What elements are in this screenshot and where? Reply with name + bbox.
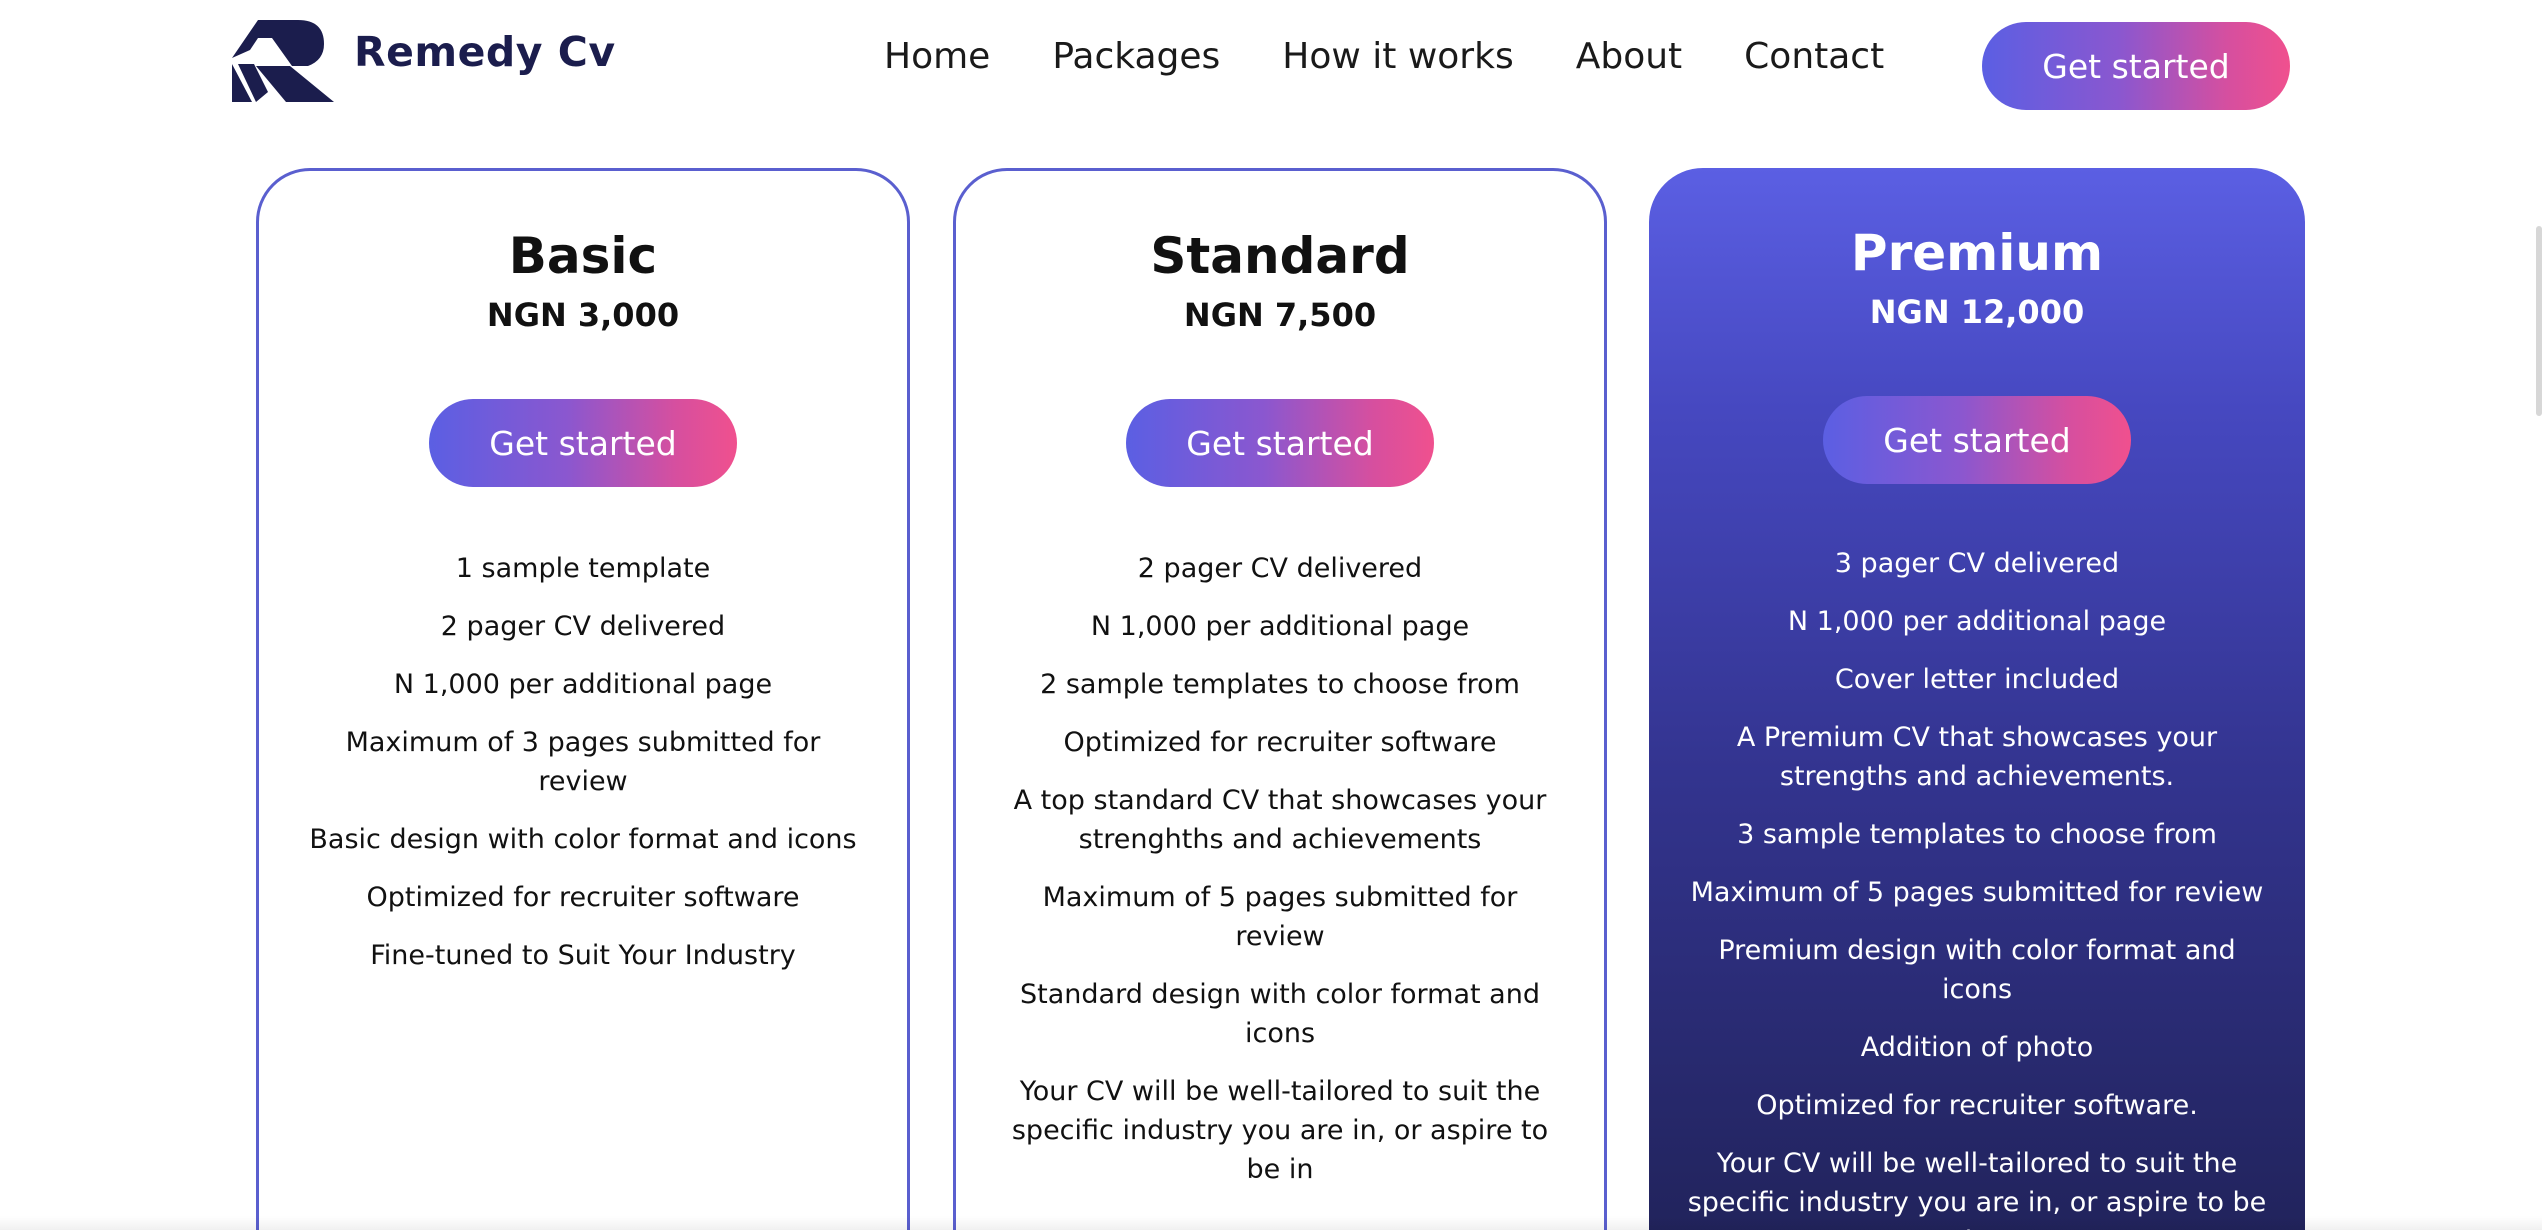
feature-item: 3 sample templates to choose from	[1737, 819, 2217, 850]
brand-name: Remedy Cv	[354, 28, 616, 76]
plan-title: Standard	[1150, 227, 1410, 285]
plan-card-premium: Premium NGN 12,000 Get started 3 pager C…	[1649, 168, 2305, 1230]
nav-about[interactable]: About	[1576, 36, 1682, 77]
feature-item: 2 sample templates to choose from	[1040, 669, 1520, 700]
feature-item: Fine-tuned to Suit Your Industry	[370, 940, 796, 971]
header-get-started-button[interactable]: Get started	[1982, 22, 2290, 110]
feature-item: Your CV will be well-tailored to suit th…	[1687, 1148, 2267, 1230]
nav-packages[interactable]: Packages	[1052, 36, 1220, 77]
feature-item: 2 pager CV delivered	[440, 611, 726, 642]
feature-list: 2 pager CV delivered N 1,000 per additio…	[1000, 549, 1560, 1189]
feature-item: Cover letter included	[1834, 664, 2120, 695]
feature-item: A top standard CV that showcases your st…	[1013, 785, 1547, 855]
feature-item: 1 sample template	[455, 553, 711, 584]
pricing-page: Remedy Cv Home Packages How it works Abo…	[0, 0, 2542, 1230]
feature-item: N 1,000 per additional page	[393, 669, 773, 700]
plan-price: NGN 12,000	[1869, 293, 2085, 331]
plan-price: NGN 3,000	[486, 296, 680, 334]
plan-price: NGN 7,500	[1183, 296, 1377, 334]
feature-item: Maximum of 5 pages submitted for review	[1690, 877, 2264, 908]
main-nav: Home Packages How it works About Contact	[884, 36, 1884, 77]
feature-list: 3 pager CV delivered N 1,000 per additio…	[1687, 544, 2267, 1230]
plan-title: Premium	[1850, 224, 2104, 282]
nav-contact[interactable]: Contact	[1744, 36, 1884, 77]
feature-item: Optimized for recruiter software.	[1756, 1090, 2198, 1121]
feature-item: Addition of photo	[1860, 1032, 2094, 1063]
feature-item: N 1,000 per additional page	[1090, 611, 1470, 642]
feature-item: Standard design with color format and ic…	[1020, 979, 1540, 1049]
premium-get-started-button[interactable]: Get started	[1823, 396, 2131, 484]
feature-item: Optimized for recruiter software	[1063, 727, 1497, 758]
brand-home-link[interactable]: Remedy Cv	[228, 16, 616, 102]
feature-item: 2 pager CV delivered	[1137, 553, 1423, 584]
feature-item: Optimized for recruiter software	[366, 882, 800, 913]
feature-item: Basic design with color format and icons	[309, 824, 857, 855]
site-header: Remedy Cv Home Packages How it works Abo…	[0, 0, 2542, 130]
feature-item: N 1,000 per additional page	[1787, 606, 2167, 637]
feature-item: 3 pager CV delivered	[1834, 548, 2120, 579]
remedy-r-logo-icon	[232, 20, 334, 102]
feature-item: Your CV will be well-tailored to suit th…	[1011, 1076, 1549, 1185]
feature-item: Maximum of 5 pages submitted for review	[1042, 882, 1518, 952]
plan-title: Basic	[508, 227, 658, 285]
feature-item: Premium design with color format and ico…	[1718, 935, 2236, 1005]
feature-list: 1 sample template 2 pager CV delivered N…	[303, 549, 863, 975]
feature-item: Maximum of 3 pages submitted for review	[345, 727, 821, 797]
nav-how-it-works[interactable]: How it works	[1282, 36, 1513, 77]
standard-get-started-button[interactable]: Get started	[1126, 399, 1434, 487]
feature-item: A Premium CV that showcases your strengt…	[1736, 722, 2218, 792]
basic-get-started-button[interactable]: Get started	[429, 399, 737, 487]
nav-home[interactable]: Home	[884, 36, 990, 77]
plan-card-basic: Basic NGN 3,000 Get started 1 sample tem…	[256, 168, 910, 1230]
plan-card-standard: Standard NGN 7,500 Get started 2 pager C…	[953, 168, 1607, 1230]
page-scrollbar[interactable]	[2536, 226, 2542, 416]
